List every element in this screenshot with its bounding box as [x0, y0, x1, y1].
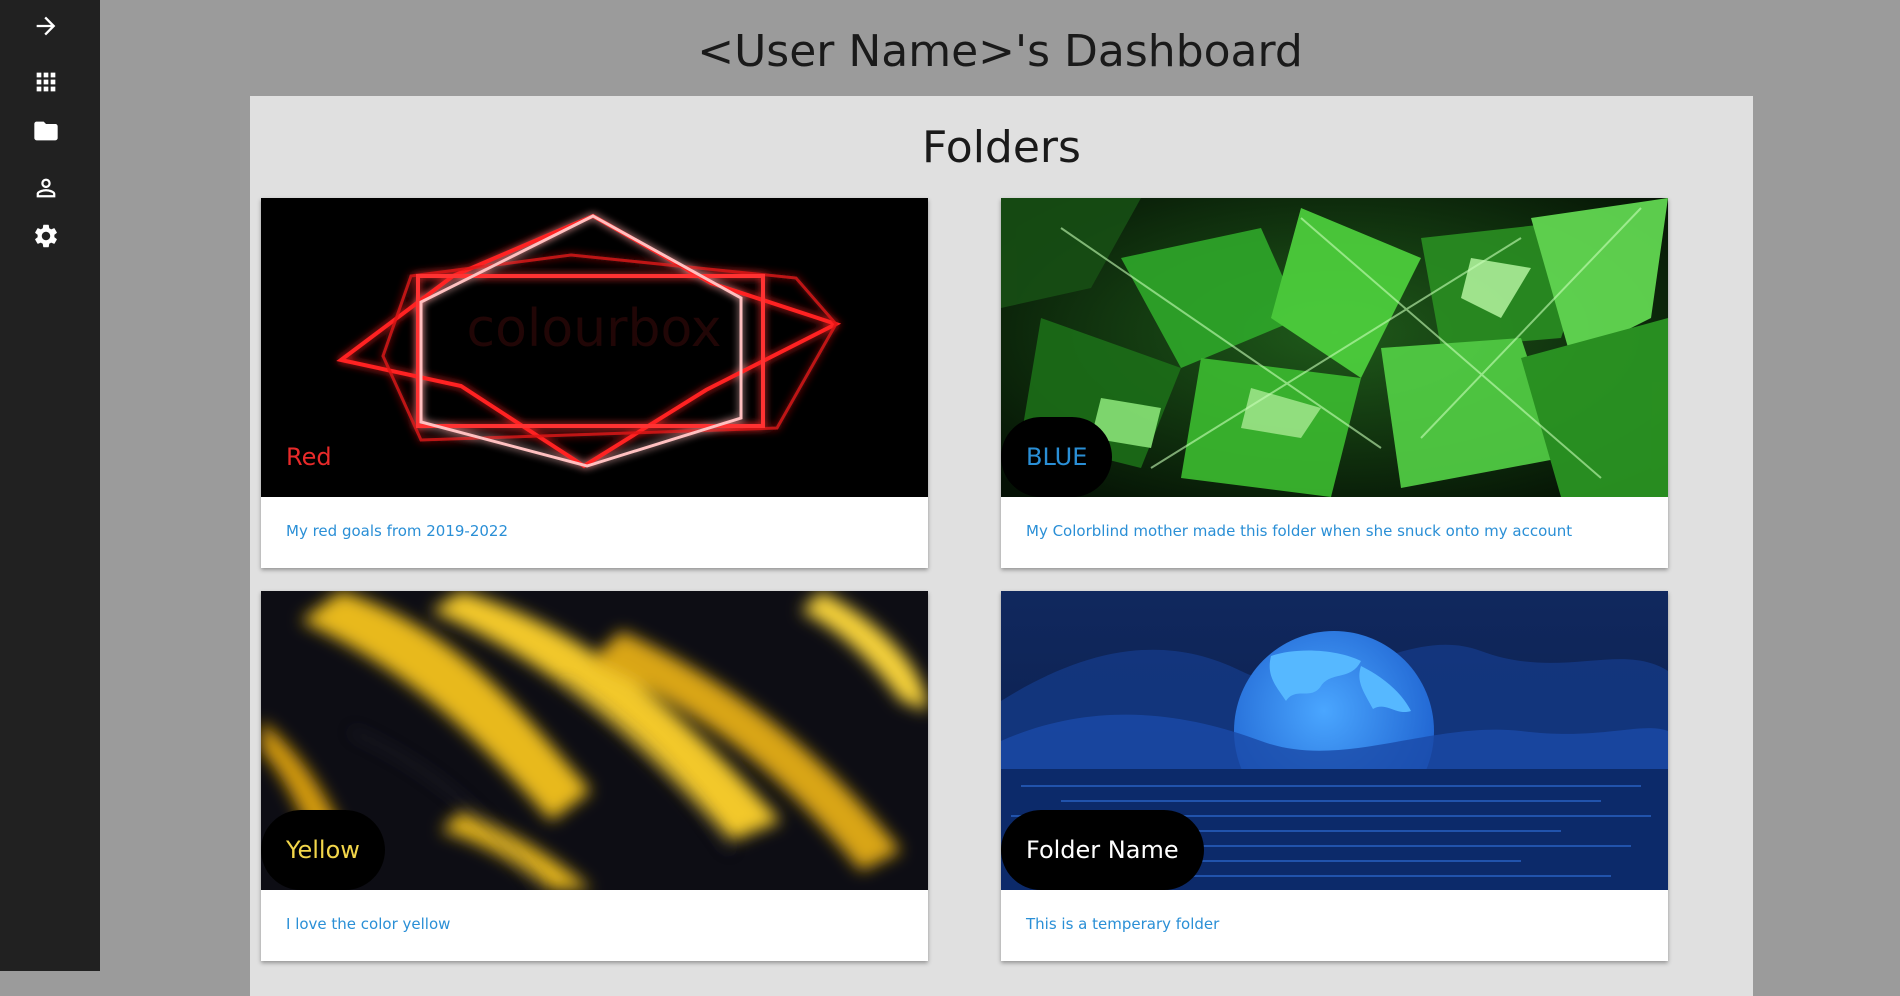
expand-sidebar-button[interactable]	[30, 10, 62, 42]
apps-grid-icon	[36, 72, 56, 92]
folder-name-text: Red	[286, 443, 332, 471]
folder-name-label: Folder Name	[1001, 810, 1204, 890]
red-neon-hexagon-image: colourbox	[261, 198, 928, 497]
folder-name-label: BLUE	[1001, 417, 1113, 497]
folder-name-text: Folder Name	[1026, 836, 1179, 864]
folder-icon	[34, 121, 58, 141]
folder-name-label: Yellow	[261, 810, 385, 890]
folder-cover-image: colourbox Red	[261, 198, 928, 497]
main-content: <User Name>'s Dashboard Folders colourbo…	[100, 0, 1900, 996]
folder-card-red[interactable]: colourbox Red My red goals from 2019-202…	[261, 198, 928, 568]
folders-heading: Folders	[922, 122, 1081, 173]
profile-button[interactable]	[30, 172, 62, 204]
arrow-right-icon	[36, 16, 56, 36]
folder-description[interactable]: This is a temperary folder	[1026, 915, 1219, 933]
folder-cover-image: Yellow	[261, 591, 928, 890]
folder-card-folder-name[interactable]: Folder Name This is a temperary folder	[1001, 591, 1668, 961]
folder-name-label: Red	[261, 417, 357, 497]
folders-button[interactable]	[30, 115, 62, 147]
svg-text:colourbox: colourbox	[467, 299, 722, 359]
folder-name-text: Yellow	[286, 836, 360, 864]
sidebar	[0, 0, 100, 971]
folder-cover-image: BLUE	[1001, 198, 1668, 497]
folder-name-text: BLUE	[1026, 443, 1088, 471]
folder-description[interactable]: My Colorblind mother made this folder wh…	[1026, 522, 1572, 540]
folders-panel: Folders colourbox Red My red goals from …	[250, 96, 1753, 996]
page-title: <User Name>'s Dashboard	[697, 26, 1303, 77]
user-icon	[36, 178, 56, 198]
folder-card-blue[interactable]: BLUE My Colorblind mother made this fold…	[1001, 198, 1668, 568]
gear-icon	[35, 224, 57, 248]
folder-cover-image: Folder Name	[1001, 591, 1668, 890]
settings-button[interactable]	[30, 220, 62, 252]
folder-description[interactable]: I love the color yellow	[286, 915, 450, 933]
apps-button[interactable]	[30, 66, 62, 98]
folder-description[interactable]: My red goals from 2019-2022	[286, 522, 508, 540]
folder-card-yellow[interactable]: Yellow I love the color yellow	[261, 591, 928, 961]
